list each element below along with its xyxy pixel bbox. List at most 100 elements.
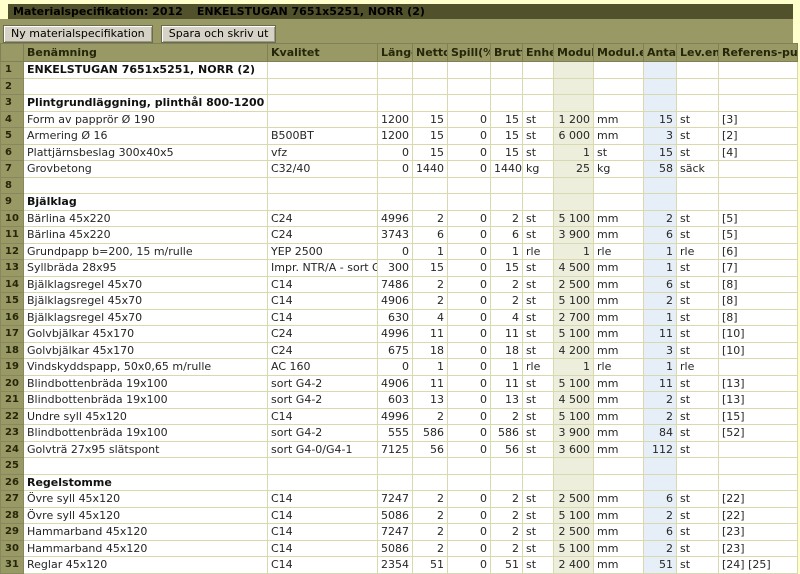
cell-modul_enh	[593, 457, 644, 475]
table-row: 11 Bärlina 45x220 C24 3743 6 0 6st 3 900 mm 6st [5…	[0, 226, 798, 244]
row-number: 9	[0, 193, 24, 211]
cell-antal: 1	[643, 259, 677, 277]
cell-netto	[412, 473, 448, 491]
cell-name: Hammarband 45x120	[23, 539, 268, 557]
cell-ref	[718, 358, 798, 376]
cell-langd	[377, 193, 413, 211]
cell-name: ENKELSTUGAN 7651x5251, NORR (2)	[23, 61, 268, 79]
cell-brutto: 13	[490, 391, 523, 409]
cell-lev_enh	[676, 473, 719, 491]
cell-antal: 6	[643, 523, 677, 541]
cell-name: Bjälklag	[23, 193, 268, 211]
cell-kvalitet: AC 160	[267, 358, 378, 376]
cell-langd: 5086	[377, 506, 413, 524]
cell-spill: 0	[447, 539, 491, 557]
cell-enhet: st	[522, 424, 554, 442]
cell-spill	[447, 77, 491, 95]
cell-langd	[377, 457, 413, 475]
cell-antal: 6	[643, 226, 677, 244]
cell-antal: 11	[643, 374, 677, 392]
cell-name	[23, 457, 268, 475]
cell-ref	[718, 457, 798, 475]
cell-brutto	[490, 176, 523, 194]
cell-antal: 2	[643, 292, 677, 310]
cell-modul_enh: st	[593, 143, 644, 161]
col-header-lev_enh: Lev.enh	[676, 43, 719, 62]
cell-lev_enh	[676, 176, 719, 194]
cell-langd: 4996	[377, 209, 413, 227]
cell-lev_enh: st	[676, 209, 719, 227]
cell-kvalitet: C14	[267, 407, 378, 425]
cell-brutto: 15	[490, 259, 523, 277]
cell-antal	[643, 457, 677, 475]
table-row: 18 Golvbjälkar 45x170 C24 675 18 0 18st 4 200 mm…	[0, 341, 798, 359]
cell-lev_enh: st	[676, 490, 719, 508]
cell-name: Golvbjälkar 45x170	[23, 341, 268, 359]
row-number: 13	[0, 259, 24, 277]
cell-kvalitet: sort G4-2	[267, 424, 378, 442]
cell-langd: 2354	[377, 556, 413, 574]
col-header-brutto: Brutto	[490, 43, 523, 62]
cell-antal: 3	[643, 127, 677, 145]
cell-langd	[377, 176, 413, 194]
cell-lev_enh: st	[676, 440, 719, 458]
col-header-antal: Antal	[643, 43, 677, 62]
table-row: 24 Golvträ 27x95 slätspont sort G4-0/G4-1 7…	[0, 440, 798, 458]
cell-brutto: 586	[490, 424, 523, 442]
save-and-print-button[interactable]: Spara och skriv ut	[160, 25, 277, 43]
cell-enhet: st	[522, 539, 554, 557]
cell-modul_enh	[593, 61, 644, 79]
cell-brutto: 11	[490, 325, 523, 343]
cell-antal	[643, 61, 677, 79]
cell-modul_enh: mm	[593, 407, 644, 425]
cell-langd: 0	[377, 143, 413, 161]
cell-enhet: st	[522, 391, 554, 409]
cell-kvalitet: C14	[267, 275, 378, 293]
cell-brutto: 2	[490, 539, 523, 557]
cell-modul: 3 900	[553, 424, 594, 442]
material-table: BenämningKvalitetLängdNettoSpill(%)Brutt…	[0, 43, 798, 574]
cell-spill: 0	[447, 407, 491, 425]
cell-ref: [15]	[718, 407, 798, 425]
cell-netto: 18	[412, 341, 448, 359]
cell-ref: [10]	[718, 341, 798, 359]
cell-lev_enh: st	[676, 539, 719, 557]
cell-modul: 3 900	[553, 226, 594, 244]
cell-antal: 11	[643, 325, 677, 343]
cell-netto: 2	[412, 523, 448, 541]
cell-name: Armering Ø 16	[23, 127, 268, 145]
cell-langd: 555	[377, 424, 413, 442]
cell-ref: [52]	[718, 424, 798, 442]
cell-langd	[377, 61, 413, 79]
cell-ref	[718, 61, 798, 79]
cell-lev_enh: st	[676, 424, 719, 442]
cell-modul: 5 100	[553, 506, 594, 524]
cell-enhet: st	[522, 209, 554, 227]
cell-lev_enh: st	[676, 275, 719, 293]
row-number: 28	[0, 506, 24, 524]
cell-brutto: 51	[490, 556, 523, 574]
cell-kvalitet	[267, 61, 378, 79]
cell-netto: 15	[412, 110, 448, 128]
cell-enhet: st	[522, 292, 554, 310]
cell-kvalitet: C14	[267, 490, 378, 508]
cell-netto	[412, 176, 448, 194]
cell-modul_enh: mm	[593, 374, 644, 392]
row-number: 25	[0, 457, 24, 475]
cell-modul: 1	[553, 358, 594, 376]
cell-lev_enh: st	[676, 308, 719, 326]
table-row: 10 Bärlina 45x220 C24 4996 2 0 2st 5 100 mm 2st [5…	[0, 209, 798, 227]
table-row: 1 ENKELSTUGAN 7651x5251, NORR (2)	[0, 61, 798, 79]
cell-modul: 5 100	[553, 325, 594, 343]
cell-enhet: rle	[522, 242, 554, 260]
cell-brutto: 2	[490, 292, 523, 310]
cell-enhet	[522, 77, 554, 95]
new-specification-button[interactable]: Ny materialspecifikation	[3, 25, 153, 43]
cell-langd: 0	[377, 242, 413, 260]
cell-spill: 0	[447, 358, 491, 376]
cell-modul_enh: mm	[593, 539, 644, 557]
table-row: 22 Undre syll 45x120 C14 4996 2 0 2st 5 100 mm 2 s…	[0, 407, 798, 425]
cell-kvalitet: YEP 2500	[267, 242, 378, 260]
cell-antal: 58	[643, 160, 677, 178]
cell-enhet: st	[522, 556, 554, 574]
